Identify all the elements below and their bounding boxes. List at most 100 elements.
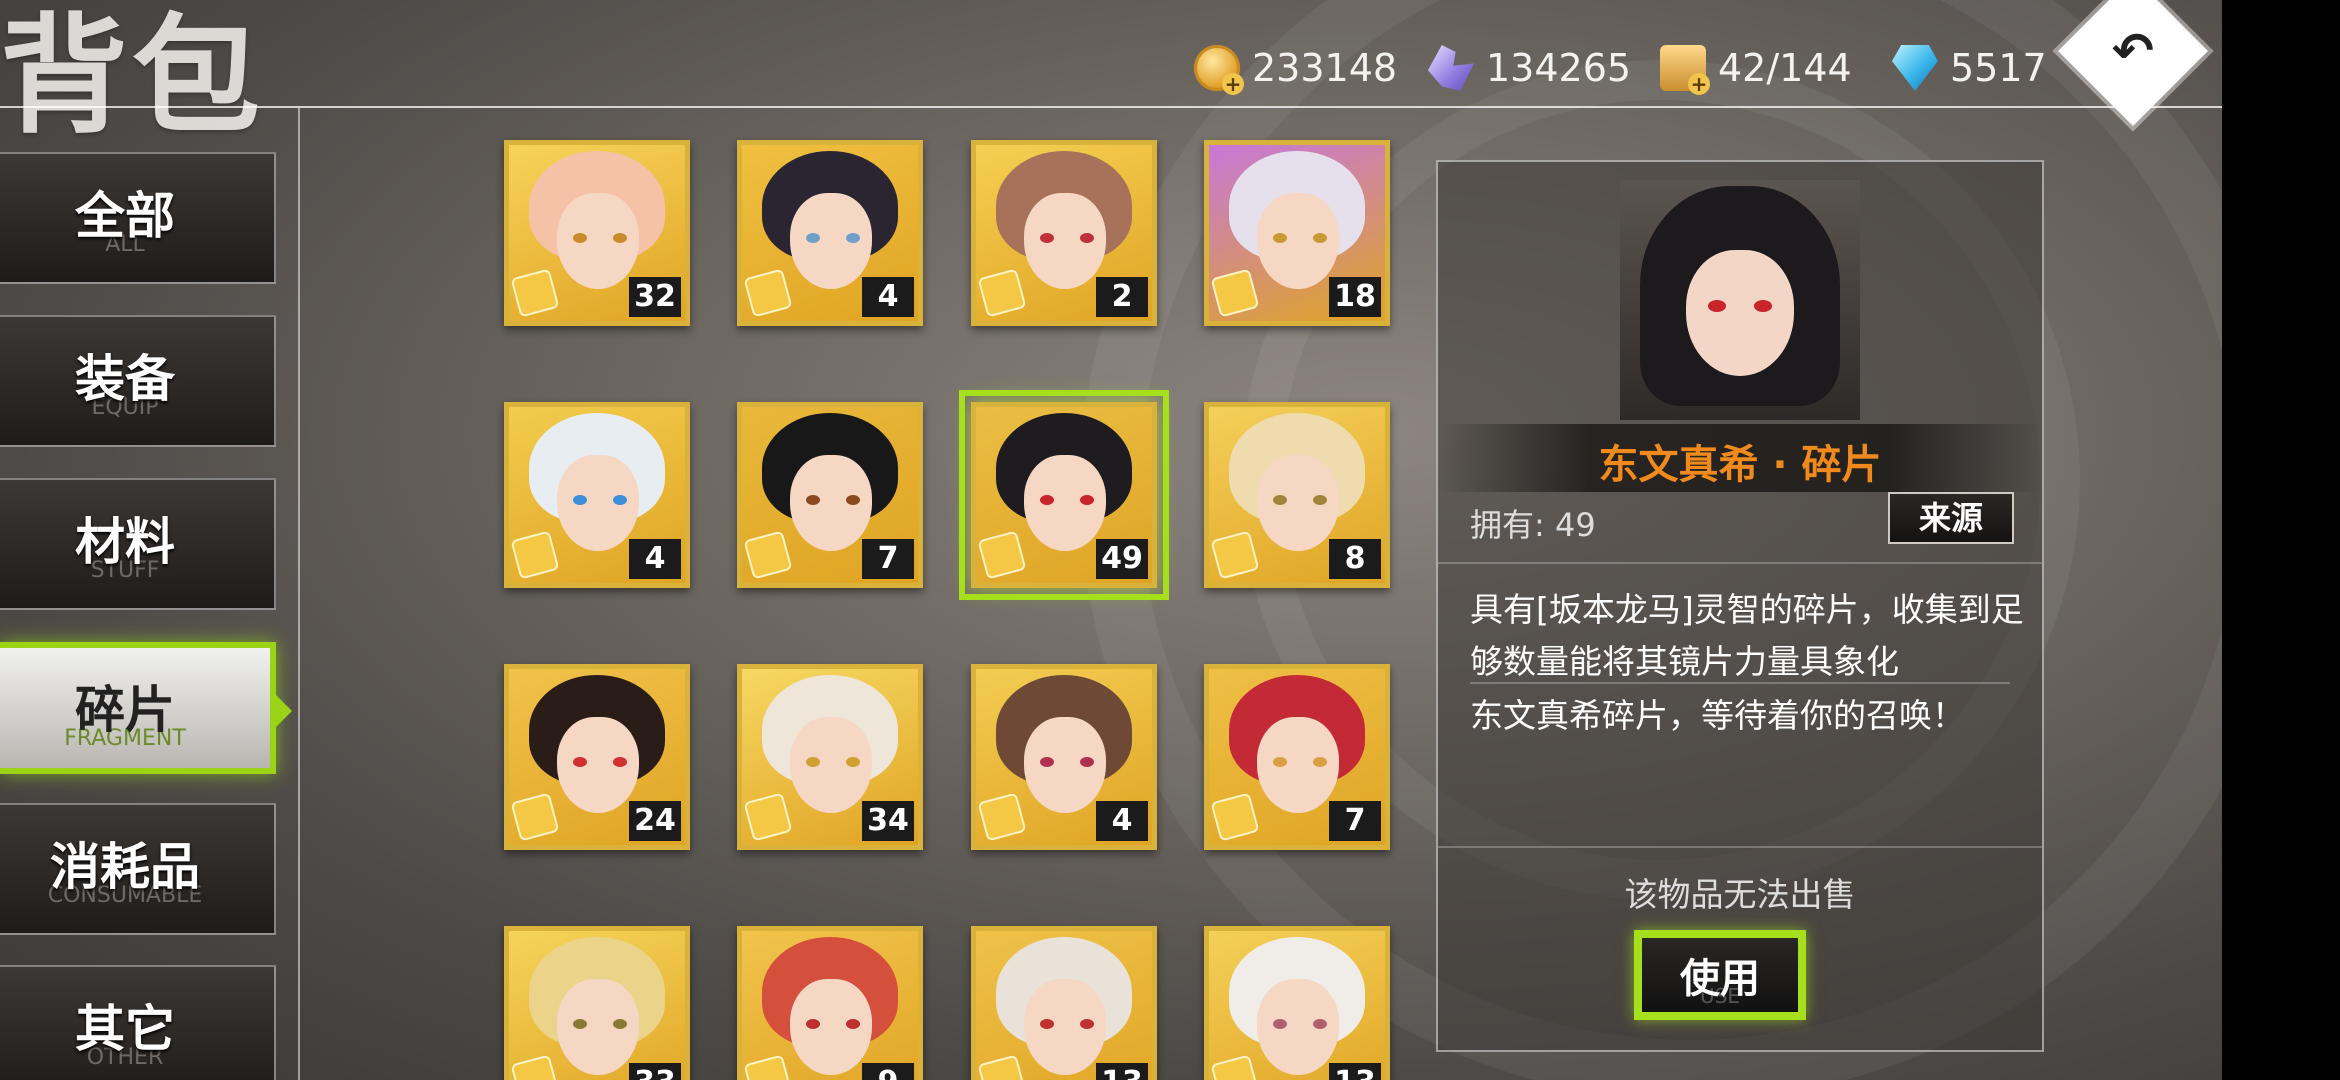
puzzle-piece-icon xyxy=(1210,268,1260,318)
fragment-count: 34 xyxy=(862,801,914,841)
puzzle-piece-icon xyxy=(743,268,793,318)
character-eye xyxy=(1040,495,1054,505)
character-eye xyxy=(846,1019,860,1029)
character-eye xyxy=(573,1019,587,1029)
fragment-count: 8 xyxy=(1329,539,1381,579)
blue-diamond-plus-icon[interactable] xyxy=(1892,45,1938,91)
gold-value: 233148 xyxy=(1252,46,1398,90)
fragment-item[interactable]: 4 xyxy=(504,402,690,588)
tab-all[interactable]: 全部 ALL xyxy=(0,152,276,284)
fragment-item[interactable]: 4 xyxy=(971,664,1157,850)
character-eye xyxy=(613,495,627,505)
puzzle-piece-icon xyxy=(1210,1054,1260,1080)
character-eye xyxy=(1080,233,1094,243)
fragment-item[interactable]: 32 xyxy=(504,140,690,326)
purple-crystal-plus-icon[interactable] xyxy=(1428,45,1474,91)
fragment-count: 4 xyxy=(629,539,681,579)
use-button[interactable]: 使用 USE xyxy=(1634,930,1806,1020)
fragment-count: 7 xyxy=(1329,801,1381,841)
character-face xyxy=(1024,193,1106,289)
puzzle-piece-icon xyxy=(977,792,1027,842)
fragment-item[interactable]: 4 xyxy=(737,140,923,326)
fragment-grid: 32 4 2 18 4 7 49 8 24 34 4 7 33 9 13 13 xyxy=(504,140,1404,1080)
character-eye xyxy=(1040,757,1054,767)
tab-other[interactable]: 其它 OTHER xyxy=(0,965,276,1080)
character-eye xyxy=(1313,495,1327,505)
puzzle-piece-icon xyxy=(510,268,560,318)
character-face xyxy=(1257,717,1339,813)
character-face xyxy=(790,455,872,551)
currency-diamond[interactable]: 5517 xyxy=(1892,40,2047,96)
tab-label: 其它 xyxy=(75,1000,175,1058)
gold-coin-plus-icon[interactable] xyxy=(1194,45,1244,95)
character-eye xyxy=(613,233,627,243)
puzzle-piece-icon xyxy=(743,1054,793,1080)
item-detail-panel: 东文真希 · 碎片 拥有: 49 来源 具有[坂本龙马]灵智的碎片，收集到足够数… xyxy=(1436,160,2044,1052)
character-face xyxy=(1024,979,1106,1075)
item-name-bar: 东文真希 · 碎片 xyxy=(1438,424,2042,492)
character-eye xyxy=(573,757,587,767)
fragment-item[interactable]: 9 xyxy=(737,926,923,1080)
character-eye xyxy=(613,757,627,767)
fragment-item[interactable]: 7 xyxy=(737,402,923,588)
fragment-item[interactable]: 24 xyxy=(504,664,690,850)
character-face xyxy=(790,717,872,813)
puzzle-piece-icon xyxy=(743,530,793,580)
fragment-count: 9 xyxy=(862,1063,914,1080)
character-eye xyxy=(1313,233,1327,243)
currency-gold[interactable]: 233148 xyxy=(1194,40,1397,96)
puzzle-piece-icon xyxy=(977,530,1027,580)
fragment-item[interactable]: 49 xyxy=(959,390,1169,600)
puzzle-piece-icon xyxy=(1210,530,1260,580)
character-eye xyxy=(1040,233,1054,243)
header-divider xyxy=(0,106,2222,108)
puzzle-piece-icon xyxy=(977,268,1027,318)
fragment-count: 33 xyxy=(629,1063,681,1080)
character-eye xyxy=(613,1019,627,1029)
fragment-item[interactable]: 2 xyxy=(971,140,1157,326)
puzzle-piece-icon xyxy=(510,792,560,842)
character-eye xyxy=(573,495,587,505)
fragment-item[interactable]: 8 xyxy=(1204,402,1390,588)
item-description: 具有[坂本龙马]灵智的碎片，收集到足够数量能将其镜片力量具象化 xyxy=(1470,590,2024,681)
screen-edge-bar xyxy=(2222,0,2340,1080)
character-eye xyxy=(1273,1019,1287,1029)
tab-consumable[interactable]: 消耗品 CONSUMABLE xyxy=(0,803,276,935)
character-eye xyxy=(1273,757,1287,767)
fragment-item[interactable]: 33 xyxy=(504,926,690,1080)
character-eye xyxy=(806,1019,820,1029)
fragment-item[interactable]: 34 xyxy=(737,664,923,850)
currency-bag-capacity[interactable]: 42/144 xyxy=(1660,40,1852,96)
tab-stuff[interactable]: 材料 STUFF xyxy=(0,478,276,610)
fragment-item[interactable]: 7 xyxy=(1204,664,1390,850)
source-button[interactable]: 来源 xyxy=(1888,492,2014,544)
character-eye xyxy=(1313,1019,1327,1029)
puzzle-piece-icon xyxy=(510,1054,560,1080)
character-eye xyxy=(806,495,820,505)
page-title: 背包 xyxy=(0,1,265,151)
tab-label: 材料 xyxy=(75,513,175,571)
tab-fragment[interactable]: 碎片 FRAGMENT xyxy=(0,642,276,774)
fragment-item[interactable]: 13 xyxy=(971,926,1157,1080)
treasure-chest-plus-icon[interactable] xyxy=(1660,45,1710,95)
puzzle-piece-icon xyxy=(1210,792,1260,842)
character-portrait xyxy=(1620,180,1860,420)
divider xyxy=(1438,562,2042,564)
character-face xyxy=(1257,193,1339,289)
character-face xyxy=(790,193,872,289)
character-face xyxy=(1024,717,1106,813)
character-face xyxy=(557,717,639,813)
character-eye xyxy=(573,233,587,243)
fragment-item[interactable]: 13 xyxy=(1204,926,1390,1080)
character-face xyxy=(1257,979,1339,1075)
fragment-count: 13 xyxy=(1329,1063,1381,1080)
portrait-face xyxy=(1686,250,1794,376)
currency-crystal[interactable]: 134265 xyxy=(1428,40,1631,96)
portrait-eye xyxy=(1754,300,1772,312)
fragment-item[interactable]: 18 xyxy=(1204,140,1390,326)
character-eye xyxy=(1313,757,1327,767)
tab-equip[interactable]: 装备 EQUIP xyxy=(0,315,276,447)
character-eye xyxy=(846,495,860,505)
divider xyxy=(1438,846,2042,848)
crystal-value: 134265 xyxy=(1486,46,1632,90)
